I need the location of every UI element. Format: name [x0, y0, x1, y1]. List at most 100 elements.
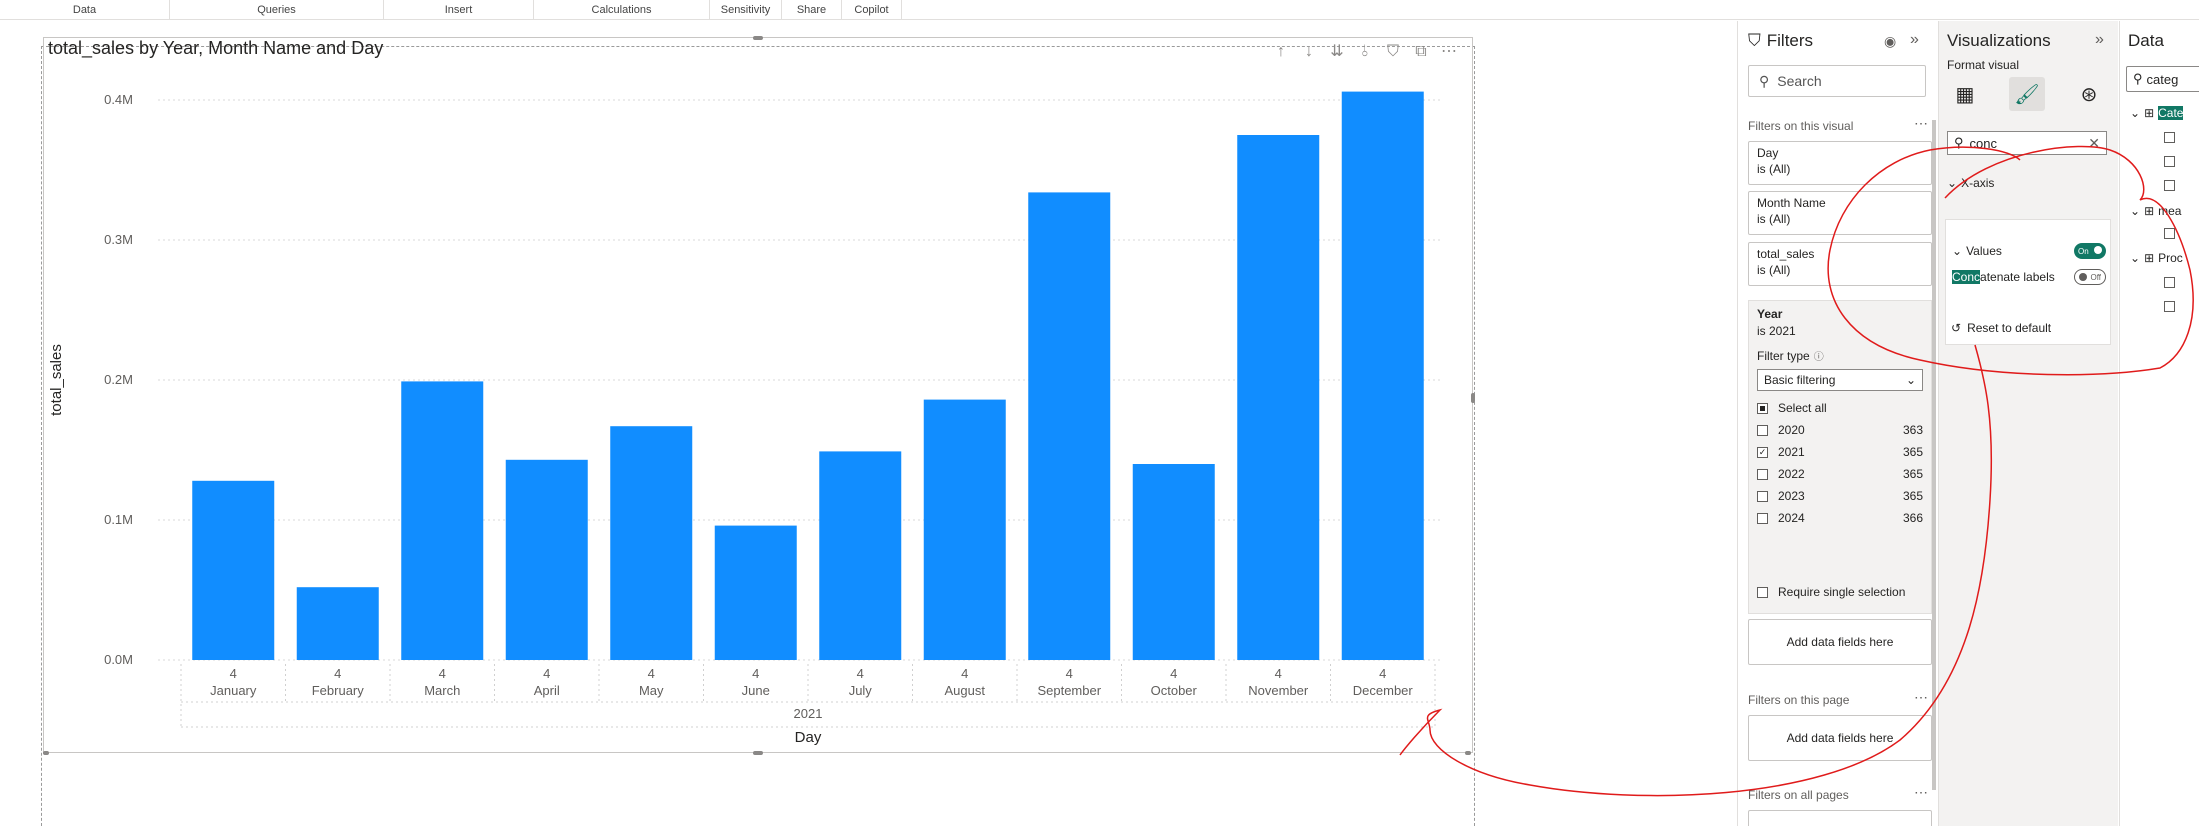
ribbon-group-insert[interactable]: Insert: [384, 0, 534, 20]
field-checkbox[interactable]: [2164, 277, 2175, 288]
ribbon-group-share[interactable]: Share: [782, 0, 842, 20]
concatenate-labels-label: atenate labels: [1980, 270, 2055, 284]
search-icon: ⚲: [1954, 135, 1964, 150]
ribbon-group-sensitivity[interactable]: Sensitivity: [710, 0, 782, 20]
eye-icon[interactable]: ◉: [1884, 33, 1896, 50]
focus-mode-icon[interactable]: ⧉: [1412, 43, 1430, 61]
collapse-pane-icon[interactable]: »: [2095, 31, 2104, 49]
resize-handle-right[interactable]: [1471, 393, 1475, 403]
bar: [1132, 464, 1215, 660]
more-options-icon[interactable]: ⋯: [1914, 784, 1928, 801]
checkbox[interactable]: [1757, 468, 1768, 480]
values-toggle[interactable]: On: [2074, 243, 2106, 259]
filter-type-value: Basic filtering: [1764, 373, 1836, 387]
more-options-icon[interactable]: ⋯: [1914, 115, 1928, 132]
year-option-count: 365: [1902, 445, 1923, 459]
format-visual-label: Format visual: [1947, 58, 2020, 72]
ribbon-group-queries[interactable]: Queries: [170, 0, 384, 20]
year-option-label: 2024: [1778, 511, 1805, 525]
filter-card-day[interactable]: Day is (All): [1748, 141, 1932, 185]
add-data-fields-page[interactable]: Add data fields here: [1748, 715, 1932, 761]
drill-up-icon[interactable]: ↑: [1272, 43, 1290, 61]
field-checkbox[interactable]: [2164, 180, 2175, 191]
require-single-checkbox[interactable]: [1757, 586, 1768, 598]
filter-icon[interactable]: ⛉: [1384, 43, 1402, 61]
select-all-checkbox[interactable]: [1757, 402, 1768, 414]
filters-search-input[interactable]: ⚲ Search: [1748, 65, 1926, 97]
filters-scrollbar[interactable]: [1932, 120, 1936, 790]
clear-search-icon[interactable]: ✕: [2088, 135, 2100, 152]
filter-card-month-name[interactable]: Month Name is (All): [1748, 191, 1932, 235]
checkbox[interactable]: [1757, 424, 1768, 436]
year-option-2021[interactable]: ✓ 2021 365: [1757, 441, 1923, 463]
x-tick-label-day: 4: [543, 666, 550, 681]
filter-card-field: Year: [1757, 307, 1783, 321]
year-option-2022[interactable]: 2022 365: [1757, 463, 1923, 485]
chevron-down-icon: ⌄: [2130, 251, 2141, 265]
select-all-label: Select all: [1778, 401, 1827, 415]
table-item-mea[interactable]: ⌄ ⊞ mea: [2130, 204, 2181, 218]
ribbon-group-calculations[interactable]: Calculations: [534, 0, 710, 20]
require-single-selection-row[interactable]: Require single selection: [1757, 581, 1905, 603]
data-search-value: categ: [2146, 71, 2179, 87]
filters-search-placeholder: Search: [1777, 73, 1822, 89]
ribbon: Data Queries Insert Calculations Sensiti…: [0, 0, 2199, 20]
resize-handle-bottom[interactable]: [753, 751, 763, 755]
y-tick-label: 0.3M: [104, 232, 133, 247]
filter-type-row: Filter type ⓘ: [1757, 348, 1923, 364]
year-option-2023[interactable]: 2023 365: [1757, 485, 1923, 507]
more-options-icon[interactable]: ⋯: [1440, 43, 1458, 61]
values-row[interactable]: ⌄ Values On: [1952, 238, 2106, 264]
filters-on-page-label: Filters on this page: [1748, 693, 1850, 707]
filter-type-select[interactable]: Basic filtering ⌄: [1757, 369, 1923, 391]
resize-handle-bottom-left[interactable]: [43, 751, 49, 755]
filter-card-state: is (All): [1757, 162, 1791, 176]
x-axis-section[interactable]: ⌄ X-axis: [1947, 176, 1994, 190]
more-options-icon[interactable]: ⋯: [1914, 689, 1928, 706]
format-visual-paintbrush-icon[interactable]: 🖌: [2009, 77, 2045, 111]
expand-all-down-icon[interactable]: ⇊: [1328, 43, 1346, 61]
info-icon: ⓘ: [1813, 352, 1824, 363]
filter-card-year[interactable]: Year is 2021 Filter type ⓘ Basic filteri…: [1748, 300, 1932, 614]
year-option-count: 366: [1902, 511, 1923, 525]
table-item-cate[interactable]: ⌄ ⊞ Cate: [2130, 106, 2184, 120]
y-tick-label: 0.1M: [104, 512, 133, 527]
expand-next-level-icon[interactable]: ⫰: [1356, 43, 1374, 61]
analytics-icon[interactable]: ⊛: [2071, 77, 2107, 111]
resize-handle-bottom-right[interactable]: [1465, 751, 1471, 755]
year-option-2024[interactable]: 2024 366: [1757, 507, 1923, 529]
ribbon-group-data[interactable]: Data: [0, 0, 170, 20]
filter-card-field: Month Name: [1757, 196, 1826, 210]
field-checkbox[interactable]: [2164, 228, 2175, 239]
select-all-row[interactable]: Select all: [1757, 397, 1923, 419]
x-tick-label-month: December: [1353, 683, 1414, 698]
data-search-input[interactable]: ⚲ categ: [2126, 66, 2199, 92]
checkbox[interactable]: [1757, 490, 1768, 502]
x-tick-label-month: January: [210, 683, 257, 698]
add-data-fields-all-pages[interactable]: [1748, 810, 1932, 826]
ribbon-group-copilot[interactable]: Copilot: [842, 0, 902, 20]
x-tick-label-year: 2021: [794, 706, 823, 721]
field-checkbox[interactable]: [2164, 156, 2175, 167]
x-tick-label-day: 4: [1379, 666, 1386, 681]
drill-down-icon[interactable]: ↓: [1300, 43, 1318, 61]
checkbox-checked[interactable]: ✓: [1757, 446, 1768, 458]
field-checkbox[interactable]: [2164, 132, 2175, 143]
year-option-2020[interactable]: 2020 363: [1757, 419, 1923, 441]
reset-to-default-button[interactable]: ↺ Reset to default: [1951, 321, 2051, 335]
format-search-input[interactable]: ⚲ conc ✕: [1947, 131, 2107, 155]
filter-card-total-sales[interactable]: total_sales is (All): [1748, 242, 1932, 286]
bar: [1028, 192, 1111, 660]
resize-handle-top[interactable]: [753, 36, 763, 40]
x-tick-label-month: May: [639, 683, 664, 698]
add-data-fields-visual[interactable]: Add data fields here: [1748, 619, 1932, 665]
concatenate-labels-row[interactable]: Concatenate labels Off: [1952, 264, 2106, 290]
field-checkbox[interactable]: [2164, 301, 2175, 312]
x-tick-label-day: 4: [961, 666, 968, 681]
table-item-proc[interactable]: ⌄ ⊞ Proc: [2130, 251, 2183, 265]
concatenate-labels-toggle[interactable]: Off: [2074, 269, 2106, 285]
checkbox[interactable]: [1757, 512, 1768, 524]
collapse-pane-icon[interactable]: »: [1910, 31, 1919, 49]
build-visual-icon[interactable]: ▦: [1947, 77, 1983, 111]
table-name: Proc: [2158, 251, 2183, 265]
